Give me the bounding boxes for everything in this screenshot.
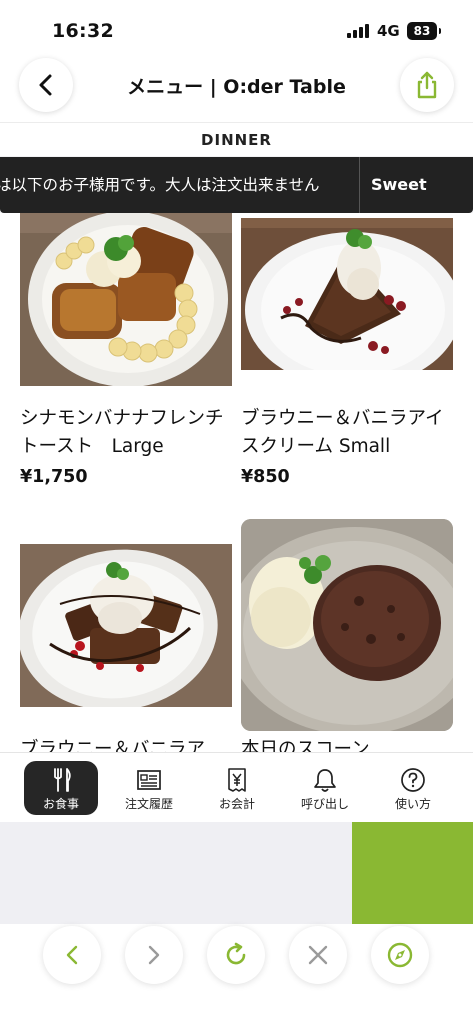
close-icon — [308, 945, 328, 965]
forward-icon — [148, 945, 160, 965]
chevron-left-icon — [39, 74, 52, 96]
browser-back-button[interactable] — [43, 926, 101, 984]
status-bar: 16:32 4G 83 — [0, 0, 473, 58]
category-banner[interactable]: は以下のお子様用です。大人は注文出来ません Sweet — [0, 157, 473, 213]
tab-label: 使い方 — [394, 797, 431, 811]
notice-text: は以下のお子様用です。大人は注文出来ません — [0, 176, 320, 194]
share-button[interactable] — [400, 58, 454, 112]
browser-close-button[interactable] — [289, 926, 347, 984]
back-icon — [66, 945, 78, 965]
bottom-tab-bar: お食事 注文履歴 お会計 呼び出し 使い方 — [0, 752, 473, 822]
menu-item-name: ブラウニー＆バニラアイスクリーム Small — [241, 408, 444, 457]
nav-header: メニュー | O:der Table — [0, 58, 473, 122]
status-time: 16:32 — [52, 20, 114, 42]
menu-item-image — [241, 519, 453, 731]
blank-area — [0, 822, 473, 924]
reload-icon — [226, 942, 246, 965]
app-screen: 16:32 4G 83 メニュー | O:der Table DINNER は以… — [0, 0, 473, 1024]
share-icon — [417, 71, 437, 99]
compass-icon — [387, 942, 413, 968]
menu-item-name: ブラウニー＆バニラア — [20, 739, 206, 753]
signal-icon — [347, 24, 369, 38]
menu-item-name: シナモンバナナフレンチトースト Large — [20, 408, 224, 457]
menu-item-price: ¥1,750 — [20, 467, 88, 487]
yen-receipt-icon — [228, 768, 246, 792]
menu-item-price: ¥850 — [241, 467, 290, 487]
browser-open-safari-button[interactable] — [371, 926, 429, 984]
fork-knife-icon — [54, 768, 71, 792]
menu-item-image — [241, 218, 453, 370]
tab-how-to-use[interactable]: 使い方 — [376, 761, 450, 815]
category-header: DINNER — [0, 122, 473, 156]
browser-reload-button[interactable] — [207, 926, 265, 984]
banner-divider — [359, 157, 360, 213]
tab-checkout[interactable]: お会計 — [200, 761, 274, 815]
browser-forward-button[interactable] — [125, 926, 183, 984]
menu-item-card[interactable]: ブラウニー＆バニラア — [20, 544, 232, 753]
page-title: メニュー | O:der Table — [127, 76, 346, 98]
menu-item-image — [20, 544, 232, 707]
tab-label: お食事 — [42, 797, 79, 811]
back-button[interactable] — [19, 58, 73, 112]
menu-item-image — [20, 213, 232, 386]
menu-item-card[interactable]: シナモンバナナフレンチトースト Large ¥1,750 — [20, 213, 232, 503]
tab-label: 呼び出し — [300, 797, 349, 811]
battery-icon: 83 — [407, 22, 441, 40]
tab-label: お会計 — [218, 797, 255, 811]
menu-item-card[interactable]: ブラウニー＆バニラアイスクリーム Small ¥850 — [241, 213, 453, 503]
bell-icon — [314, 769, 336, 792]
receipt-list-icon — [137, 770, 161, 790]
browser-toolbar — [0, 924, 473, 1024]
tab-call-staff[interactable]: 呼び出し — [288, 761, 362, 815]
tab-sweet[interactable]: Sweet — [371, 157, 427, 213]
tab-order-history[interactable]: 注文履歴 — [112, 761, 186, 815]
help-icon — [401, 768, 425, 792]
menu-item-name: 本日のスコーン — [241, 739, 370, 753]
menu-grid: シナモンバナナフレンチトースト Large ¥1,750 ブラウニー＆バニラアイ… — [0, 213, 473, 753]
tab-label: 注文履歴 — [124, 797, 173, 811]
network-type: 4G — [377, 22, 400, 40]
menu-item-card[interactable]: 本日のスコーン — [241, 519, 453, 753]
tab-meal[interactable]: お食事 — [24, 761, 98, 815]
accent-block — [352, 822, 473, 924]
